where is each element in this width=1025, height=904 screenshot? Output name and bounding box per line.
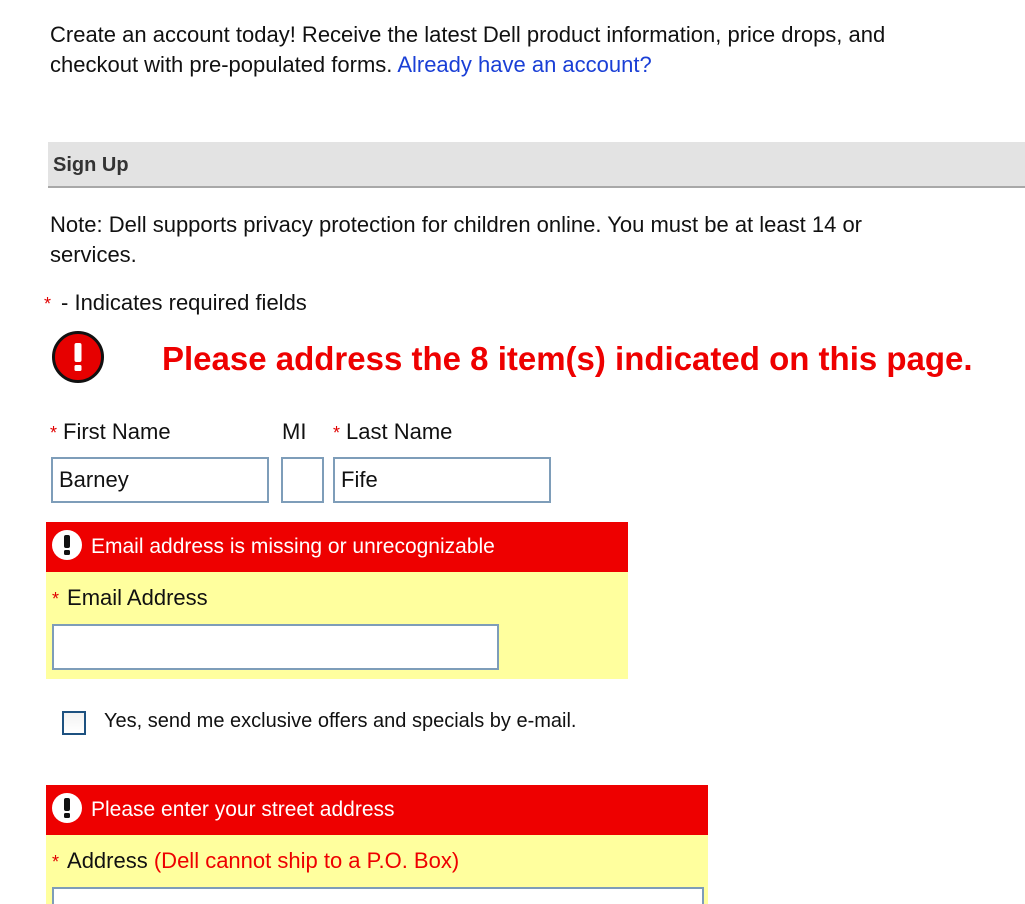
required-star-icon: * [333,423,341,443]
required-legend-text: - Indicates required fields [61,290,307,315]
alert-icon [52,331,104,383]
signup-page: Create an account today! Receive the lat… [0,0,1025,904]
error-summary-message: Please address the 8 item(s) indicated o… [162,340,973,377]
first-name-label: * First Name [50,419,171,445]
address-error-text: Please enter your street address [91,798,395,821]
error-icon [52,530,82,560]
already-have-account-link[interactable]: Already have an account? [397,52,651,77]
address-label-text: Address [67,848,148,873]
required-legend: * - Indicates required fields [44,289,307,318]
first-name-label-text: First Name [63,419,171,444]
address-input[interactable] [52,887,704,904]
address-error-block: Please enter your street address * Addres… [46,785,708,904]
intro-line-2-text: checkout with pre-populated forms. [50,52,393,77]
email-error-text: Email address is missing or unrecognizab… [91,535,495,558]
mi-label: MI [282,419,307,444]
privacy-note-line-1: Note: Dell supports privacy protection f… [50,212,863,237]
privacy-note: Note: Dell supports privacy protection f… [50,210,1025,270]
intro-line-1: Create an account today! Receive the lat… [50,22,886,47]
section-title: Sign Up [53,154,129,176]
email-label-text: Email Address [67,585,208,610]
email-input[interactable] [52,624,499,670]
address-label: * Address (Dell cannot ship to a P.O. Box… [52,848,459,874]
error-icon [52,793,82,823]
required-star-icon: * [52,589,60,609]
required-star-icon: * [52,852,60,872]
po-box-note: (Dell cannot ship to a P.O. Box) [153,848,460,873]
last-name-label: * Last Name [333,419,452,445]
email-error-banner: Email address is missing or unrecognizab… [46,522,628,572]
email-label: * Email Address [52,585,208,611]
intro-text: Create an account today! Receive the lat… [50,20,1025,80]
address-error-banner: Please enter your street address [46,785,708,835]
offers-checkbox-label: Yes, send me exclusive offers and specia… [104,710,577,732]
privacy-note-line-2: services. [50,242,137,267]
last-name-input[interactable] [333,457,551,503]
intro-line-2: checkout with pre-populated forms. Alrea… [50,50,1025,80]
last-name-label-text: Last Name [346,419,453,444]
required-star-icon: * [44,294,52,314]
section-header: Sign Up [48,142,1025,188]
first-name-input[interactable] [51,457,269,503]
mi-input[interactable] [281,457,324,503]
required-star-icon: * [50,423,58,443]
offers-checkbox[interactable] [62,711,86,735]
email-error-block: Email address is missing or unrecognizab… [46,522,628,679]
